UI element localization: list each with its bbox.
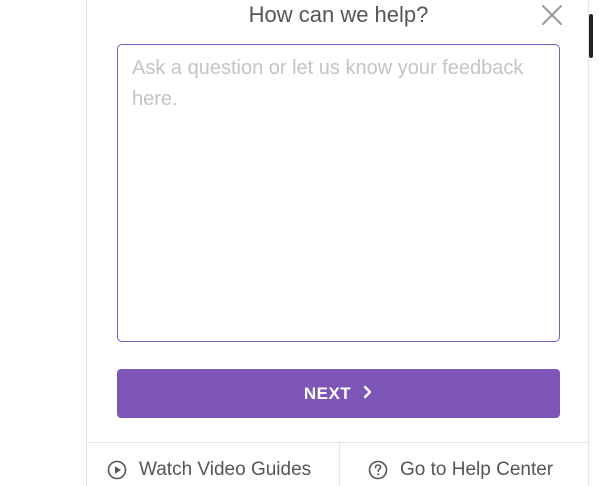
help-center-link[interactable]: Go to Help Center — [368, 457, 553, 483]
close-icon — [542, 5, 562, 25]
footer-divider — [339, 443, 340, 486]
help-panel: How can we help? NEXT — [86, 0, 590, 486]
watch-video-guides-link[interactable]: Watch Video Guides — [107, 457, 311, 483]
next-button[interactable]: NEXT — [117, 369, 560, 418]
chevron-right-icon — [363, 384, 373, 404]
feedback-textarea[interactable] — [117, 44, 560, 342]
dialog-title: How can we help? — [248, 2, 429, 27]
next-button-label: NEXT — [303, 383, 352, 403]
page: How can we help? NEXT — [0, 0, 600, 486]
help-footer: Watch Video Guides Go to Help Center — [87, 442, 590, 486]
close-button[interactable] — [539, 2, 565, 28]
help-center-label: Go to Help Center — [400, 459, 554, 480]
question-circle-icon — [368, 460, 388, 480]
play-circle-icon — [107, 460, 127, 480]
watch-video-guides-label: Watch Video Guides — [139, 459, 312, 480]
scrollbar[interactable] — [589, 14, 593, 58]
